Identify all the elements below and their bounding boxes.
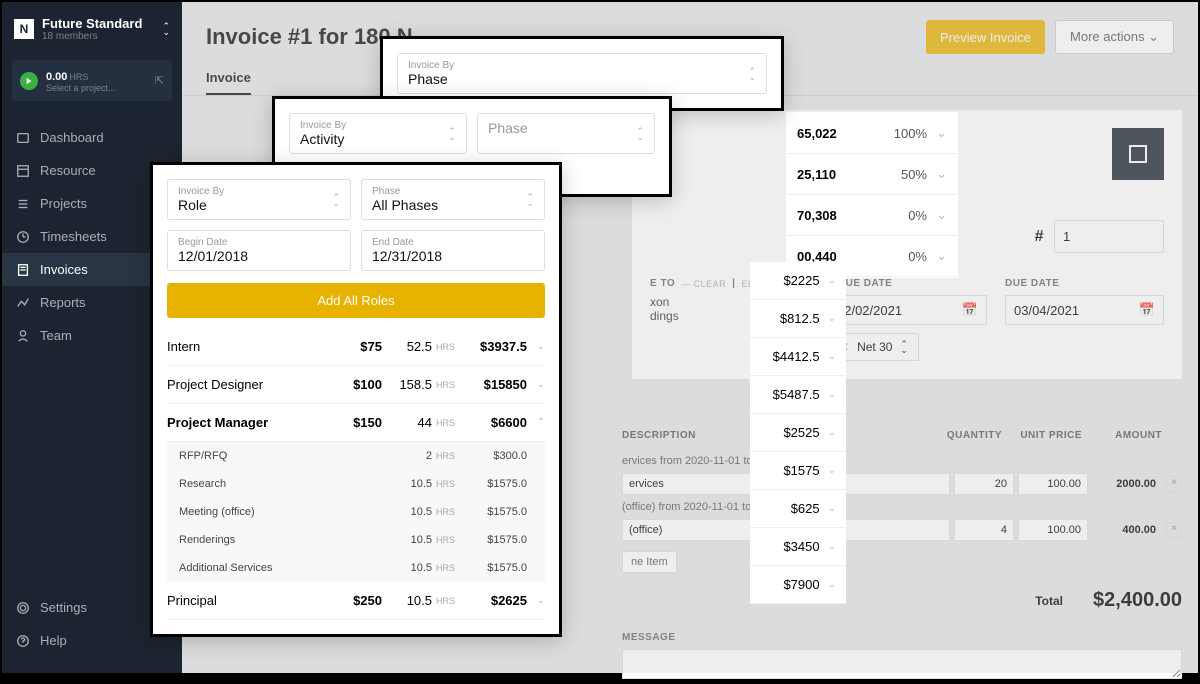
invoice-line: (office) from 2020-11-01 to 2021-03-31 ×: [622, 495, 1182, 541]
org-logo-icon: N: [14, 19, 34, 39]
phase-select[interactable]: Phase All Phases: [361, 179, 545, 220]
org-members: 18 members: [42, 31, 154, 42]
activity-price-column: $2225⌄ $812.5⌄ $4412.5⌄ $5487.5⌄ $2525⌄ …: [750, 262, 846, 604]
line-price-input[interactable]: [1018, 473, 1088, 495]
calendar-icon: 📅: [962, 302, 978, 318]
phase-select[interactable]: Phase: [477, 113, 655, 154]
delete-line-button[interactable]: ×: [1166, 476, 1182, 492]
delete-line-button[interactable]: ×: [1166, 522, 1182, 538]
chevron-updown-icon: [448, 128, 456, 140]
role-row[interactable]: Project Designer $100 158.5 HRS $15850 ⌄: [167, 366, 545, 404]
message-label: MESSAGE: [622, 632, 1182, 643]
add-all-roles-button[interactable]: Add All Roles: [167, 283, 545, 318]
chevron-down-icon: ⌄: [828, 541, 836, 552]
chevron-updown-icon: [526, 194, 534, 206]
role-sub-row[interactable]: Additional Services10.5HRS$1575.0: [167, 554, 545, 582]
invoice-line: ervices from 2020-11-01 to 2021-03-31 ×: [622, 449, 1182, 495]
chevron-down-icon: ⌄: [927, 125, 947, 141]
table-row[interactable]: 65,022100%⌄: [787, 113, 957, 154]
chevron-down-icon: ⌄: [828, 389, 836, 400]
role-sub-row[interactable]: Renderings10.5HRS$1575.0: [167, 526, 545, 554]
chevron-down-icon: ⌄: [927, 166, 947, 182]
chevron-down-icon: ⌄: [828, 427, 836, 438]
calendar-icon: 📅: [1139, 302, 1155, 318]
total-value: $2,400.00: [1093, 589, 1182, 612]
chevron-down-icon: ⌄: [828, 465, 836, 476]
org-switcher[interactable]: N Future Standard 18 members: [2, 2, 182, 56]
chevron-updown-icon: [332, 194, 340, 206]
role-sub-row[interactable]: Meeting (office)10.5HRS$1575.0: [167, 498, 545, 526]
chevron-down-icon: ⌄: [828, 313, 836, 324]
play-icon[interactable]: [20, 72, 38, 90]
invoice-by-select[interactable]: Invoice By Role: [167, 179, 351, 220]
table-row[interactable]: $625⌄: [750, 490, 846, 528]
role-row[interactable]: Intern $75 52.5 HRS $3937.5 ⌄: [167, 328, 545, 366]
begin-date-input[interactable]: Begin Date 12/01/2018: [167, 230, 351, 271]
company-logo: [1112, 128, 1164, 180]
table-row[interactable]: $4412.5⌄: [750, 338, 846, 376]
chevron-down-icon: ⌄: [828, 275, 836, 286]
role-sub-row[interactable]: RFP/RFQ2HRS$300.0: [167, 442, 545, 470]
total-label: Total: [1035, 594, 1063, 608]
role-sub-row[interactable]: Research10.5HRS$1575.0: [167, 470, 545, 498]
chevron-updown-icon: [636, 128, 644, 140]
invoice-lines-table: DESCRIPTION QUANTITY UNIT PRICE AMOUNT e…: [622, 422, 1182, 684]
line-amount: [1092, 520, 1162, 540]
clear-button[interactable]: — CLEAR: [681, 279, 726, 289]
table-row[interactable]: 70,3080%⌄: [787, 195, 957, 236]
invoice-number-label: #: [1035, 228, 1044, 245]
line-amount: [1092, 474, 1162, 494]
more-actions-button[interactable]: More actions ⌄: [1055, 20, 1174, 54]
table-row[interactable]: $7900⌄: [750, 566, 846, 604]
invoice-by-role-panel: Invoice By Role Phase All Phases Begin D…: [150, 162, 562, 637]
end-date-input[interactable]: End Date 12/31/2018: [361, 230, 545, 271]
chevron-down-icon: ⌄: [927, 207, 947, 223]
chevron-updown-icon: [748, 68, 756, 80]
line-qty-input[interactable]: [954, 519, 1014, 541]
line-price-input[interactable]: [1018, 519, 1088, 541]
table-row[interactable]: $5487.5⌄: [750, 376, 846, 414]
timer-widget[interactable]: 0.00HRS Select a project... ⇱: [12, 60, 172, 101]
due-date-input[interactable]: 03/04/2021📅: [1005, 295, 1164, 325]
table-row[interactable]: $812.5⌄: [750, 300, 846, 338]
chevron-down-icon: ⌄: [828, 503, 836, 514]
phase-percentage-table: 65,022100%⌄ 25,11050%⌄ 70,3080%⌄ 00,4400…: [786, 112, 958, 278]
timer-value: 0.00: [46, 71, 67, 83]
due-date-label: DUE DATE: [1005, 278, 1164, 289]
role-row[interactable]: Project Manager $150 44 HRS $6600 ⌃: [167, 404, 545, 442]
chevron-down-icon: ⌄: [527, 341, 545, 352]
issue-date-label: ISSUE DATE: [828, 278, 987, 289]
invoice-number-input[interactable]: [1054, 220, 1164, 253]
table-row[interactable]: $1575⌄: [750, 452, 846, 490]
timer-sub: Select a project...: [46, 83, 147, 93]
nav-dashboard[interactable]: Dashboard: [2, 121, 182, 154]
chevron-up-icon: ⌃: [527, 417, 545, 428]
chevron-down-icon: ⌄: [527, 379, 545, 390]
issue-date-input[interactable]: 02/02/2021📅: [828, 295, 987, 325]
preview-invoice-button[interactable]: Preview Invoice: [926, 20, 1045, 54]
add-line-button[interactable]: ne Item: [622, 551, 677, 573]
chevron-down-icon: ⌄: [828, 579, 836, 590]
invoice-by-select[interactable]: Invoice By Phase: [397, 53, 767, 94]
chevron-down-icon: ⌄: [1148, 29, 1159, 44]
chevron-updown-icon: [162, 23, 170, 35]
chevron-down-icon: ⌄: [527, 595, 545, 606]
table-row[interactable]: $2525⌄: [750, 414, 846, 452]
role-row[interactable]: Principal $250 10.5 HRS $2625 ⌄: [167, 582, 545, 620]
external-link-icon[interactable]: ⇱: [155, 74, 164, 87]
chevron-down-icon: ⌄: [828, 351, 836, 362]
table-row[interactable]: 25,11050%⌄: [787, 154, 957, 195]
invoice-by-select[interactable]: Invoice By Activity: [289, 113, 467, 154]
chevron-down-icon: ⌄: [927, 248, 947, 264]
table-row[interactable]: $3450⌄: [750, 528, 846, 566]
line-qty-input[interactable]: [954, 473, 1014, 495]
table-row[interactable]: $2225⌄: [750, 262, 846, 300]
chevron-updown-icon: [900, 341, 908, 353]
org-name: Future Standard: [42, 16, 154, 31]
tab-invoice[interactable]: Invoice: [206, 62, 251, 95]
